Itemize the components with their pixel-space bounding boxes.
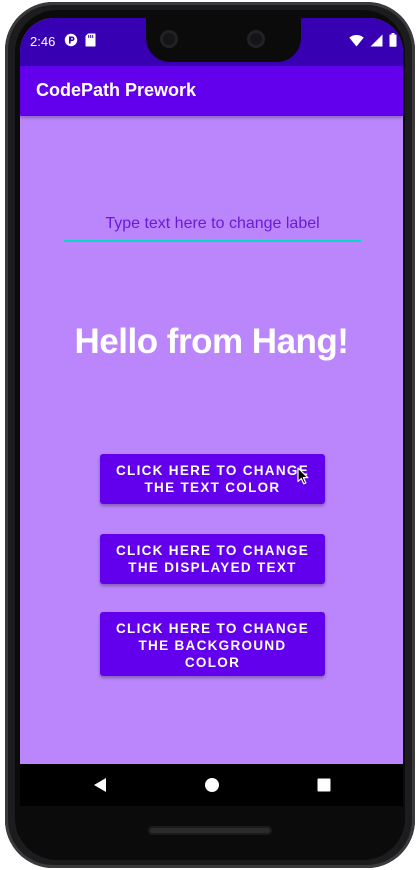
camera-notch xyxy=(146,18,301,62)
recents-icon[interactable] xyxy=(317,778,331,797)
change-displayed-text-button[interactable]: CLICK HERE TO CHANGE THE DISPLAYED TEXT xyxy=(100,534,325,584)
label-input[interactable] xyxy=(64,210,361,238)
device-screen: 2:46 CodePath Prework Type text here to … xyxy=(20,18,403,806)
sd-card-icon xyxy=(85,33,96,52)
home-icon[interactable] xyxy=(204,777,220,798)
label-input-field[interactable] xyxy=(64,210,361,242)
hello-label: Hello from Hang! xyxy=(74,322,349,361)
app-bar: CodePath Prework xyxy=(20,66,403,116)
back-icon[interactable] xyxy=(92,777,108,798)
change-background-color-button[interactable]: CLICK HERE TO CHANGE THE BACKGROUND COLO… xyxy=(100,612,325,676)
signal-icon xyxy=(370,34,383,52)
app-title: CodePath Prework xyxy=(36,80,197,100)
wifi-icon xyxy=(349,34,364,52)
battery-icon xyxy=(389,33,397,52)
change-text-color-button[interactable]: CLICK HERE TO CHANGE THE TEXT COLOR xyxy=(100,454,325,504)
status-right-icons xyxy=(349,33,397,52)
status-time: 2:46 xyxy=(30,34,56,49)
front-camera-right-icon xyxy=(247,30,265,48)
status-bar: 2:46 xyxy=(20,18,403,66)
app-notification-icon xyxy=(64,33,78,52)
mouse-pointer-icon xyxy=(297,467,309,490)
navigation-bar xyxy=(20,764,403,806)
bottom-speaker-grille xyxy=(148,826,272,835)
front-camera-left-icon xyxy=(160,30,178,48)
